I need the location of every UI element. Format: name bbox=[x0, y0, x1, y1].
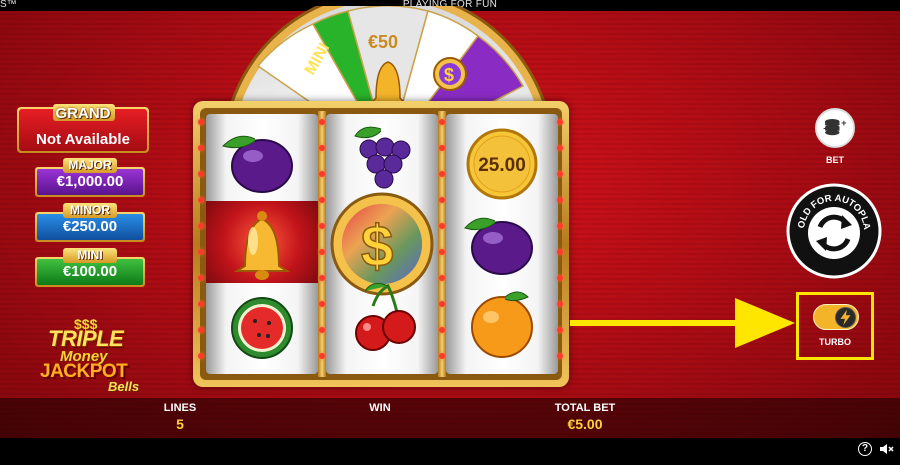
win-label: WIN bbox=[369, 402, 391, 414]
svg-text:$: $ bbox=[361, 214, 393, 279]
mini-jackpot-label: MINI bbox=[63, 248, 117, 263]
svg-text:$: $ bbox=[444, 65, 454, 85]
minor-jackpot: €250.00 MINOR bbox=[35, 203, 145, 244]
watermelon-icon bbox=[231, 297, 293, 359]
turbo-pointer-arrow-icon bbox=[570, 298, 795, 348]
reel-frame: $ 25.00 bbox=[193, 101, 569, 387]
turbo-label: TURBO bbox=[819, 337, 851, 347]
plum-icon bbox=[464, 217, 533, 275]
game-stage: S™ PLAYING FOR FUN MINI €50 $ GRAND Not … bbox=[0, 0, 900, 465]
coin-value-text: 25.00 bbox=[478, 155, 526, 176]
minor-jackpot-label: MINOR bbox=[63, 203, 117, 218]
grand-jackpot-value: Not Available bbox=[36, 131, 130, 148]
plum-icon bbox=[222, 135, 293, 193]
sound-muted-icon[interactable] bbox=[878, 441, 894, 457]
turbo-highlight-box: TURBO bbox=[796, 292, 874, 360]
total-bet-value: €5.00 bbox=[567, 416, 603, 432]
game-logo: $$$ TRIPLE Money JACKPOT Bells bbox=[36, 316, 156, 398]
lightning-icon bbox=[840, 309, 851, 326]
turbo-toggle[interactable] bbox=[813, 304, 859, 330]
coin-value-icon: 25.00 bbox=[466, 128, 538, 200]
help-icon[interactable]: ? bbox=[858, 442, 872, 456]
lines-label: LINES bbox=[163, 402, 197, 414]
bottom-info-bar: LINES 5 WIN TOTAL BET €5.00 bbox=[0, 398, 900, 438]
grand-jackpot-label: GRAND bbox=[55, 105, 111, 122]
logo-bells: Bells bbox=[108, 379, 140, 394]
mini-jackpot: €100.00 MINI bbox=[35, 248, 145, 289]
lines-stat: LINES 5 bbox=[150, 402, 210, 432]
bet-label: BET bbox=[826, 155, 844, 165]
wheel-dollar-icon: $ bbox=[433, 57, 467, 91]
total-bet-stat: TOTAL BET €5.00 bbox=[540, 402, 630, 432]
major-jackpot: €1,000.00 MAJOR bbox=[35, 158, 145, 199]
svg-text:-: - bbox=[823, 124, 826, 133]
dollar-coin-icon: $ bbox=[330, 192, 434, 296]
turbo-knob bbox=[835, 307, 856, 328]
autoplay-button[interactable]: HOLD FOR AUTOPLAY bbox=[786, 183, 882, 279]
win-stat: WIN bbox=[350, 402, 410, 416]
bet-button[interactable]: - + bbox=[815, 108, 855, 148]
lines-value: 5 bbox=[176, 416, 184, 432]
grapes-icon bbox=[354, 126, 411, 189]
wheel-segment-value: €50 bbox=[368, 32, 398, 52]
grand-jackpot: GRAND Not Available bbox=[17, 104, 149, 153]
coin-stack-icon: - + bbox=[823, 118, 847, 136]
major-jackpot-label: MAJOR bbox=[63, 158, 117, 173]
svg-text:+: + bbox=[841, 118, 846, 128]
footer-bar bbox=[0, 438, 900, 465]
total-bet-label: TOTAL BET bbox=[554, 402, 616, 414]
orange-icon bbox=[471, 291, 533, 358]
reel-symbols: $ 25.00 bbox=[222, 126, 538, 359]
bell-icon bbox=[233, 211, 291, 280]
